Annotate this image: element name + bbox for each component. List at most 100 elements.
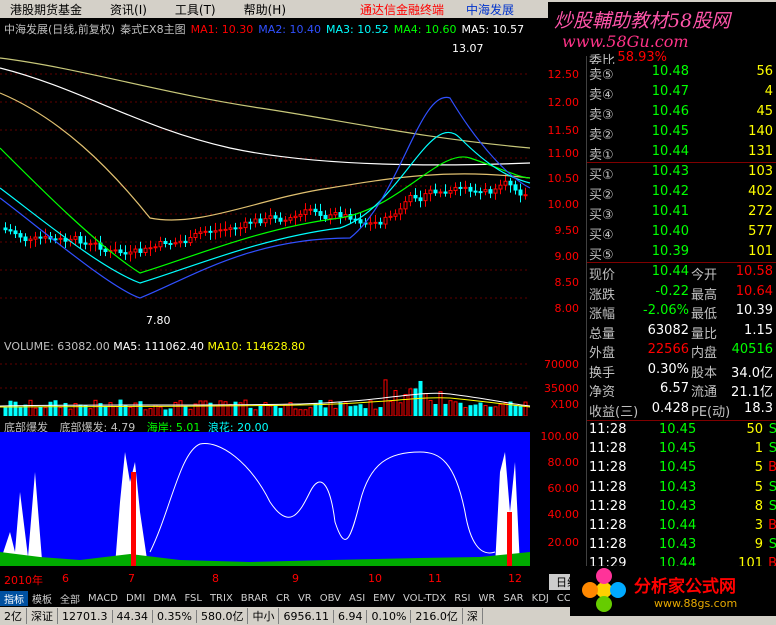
- tab-6[interactable]: FSL: [180, 593, 206, 604]
- candle: [28, 238, 33, 242]
- tick-time: 11:28: [589, 422, 627, 437]
- ytick-1200: 12.00: [547, 96, 580, 109]
- tab-11[interactable]: OBV: [316, 593, 345, 604]
- tick-price: 10.45: [659, 460, 697, 476]
- tab-2[interactable]: 全部: [56, 591, 84, 606]
- tick-row: 11:28 10.45 5 B: [587, 460, 776, 479]
- volume-bar: [173, 401, 178, 416]
- volume-bar: [88, 408, 93, 416]
- candle: [33, 236, 38, 240]
- stat-value-2: 40516: [731, 342, 773, 357]
- tab-18[interactable]: KDJ: [528, 593, 553, 604]
- stat-row: 外盘 22566 内盘 40516: [587, 342, 776, 361]
- tab-3[interactable]: MACD: [84, 593, 122, 604]
- weibi-row: 委比 58.93%: [587, 50, 776, 64]
- volume-bar: [53, 400, 58, 416]
- candle: [458, 186, 463, 189]
- tick-time: 11:28: [589, 441, 627, 457]
- menu-item-help[interactable]: 帮助(H): [244, 1, 286, 18]
- volume-bar: [93, 399, 98, 416]
- volume-bar: [443, 403, 448, 416]
- stat-label: 现价: [589, 268, 616, 283]
- candle: [498, 184, 503, 190]
- volume-bar: [283, 404, 288, 416]
- volume-chart[interactable]: [0, 354, 548, 416]
- ma5-label: MA5: 10.57: [461, 22, 525, 36]
- tick-side: S: [768, 537, 776, 553]
- volume-bar: [138, 401, 143, 416]
- volume-bar: [503, 402, 508, 416]
- tab-8[interactable]: BRAR: [237, 593, 272, 604]
- volume-bar: [368, 400, 373, 416]
- tab-0[interactable]: 指标: [0, 591, 28, 606]
- promo-terminal[interactable]: 通达信金融终端: [360, 1, 444, 18]
- candle: [323, 214, 328, 219]
- stat-label-2: 最低: [691, 307, 718, 322]
- status-item-3: 44.34: [113, 609, 153, 623]
- volume-bar: [333, 407, 338, 416]
- tab-17[interactable]: SAR: [499, 593, 527, 604]
- volume-bar: [203, 400, 208, 416]
- candle: [423, 193, 428, 202]
- status-item-5: 580.0亿: [197, 608, 249, 624]
- date-month-6: 6: [62, 572, 69, 585]
- volume-bar: [468, 405, 473, 416]
- date-year: 2010年: [4, 574, 43, 587]
- menu-item-tools[interactable]: 工具(T): [175, 1, 216, 18]
- tab-14[interactable]: VOL-TDX: [399, 593, 450, 604]
- buys-label: 买③: [589, 208, 614, 223]
- tick-volume: 5: [754, 460, 763, 476]
- status-item-9: 0.10%: [367, 609, 412, 623]
- stat-label: 净资: [589, 385, 616, 400]
- volume-bar: [33, 407, 38, 416]
- volume-bar: [478, 402, 483, 416]
- candle: [273, 215, 278, 219]
- promo-stock[interactable]: 中海发展: [466, 1, 514, 18]
- candle: [478, 191, 483, 194]
- candle: [438, 191, 443, 194]
- tick-time: 11:28: [589, 518, 627, 533]
- tab-1[interactable]: 模板: [28, 591, 56, 606]
- stat-label: 涨跌: [589, 287, 616, 303]
- candle: [488, 189, 493, 194]
- tick-row: 11:28 10.44 3 B: [587, 518, 776, 537]
- candle: [233, 227, 238, 230]
- stock-name: 中海发展(日线,前复权): [4, 23, 116, 36]
- tab-15[interactable]: RSI: [450, 593, 474, 604]
- indicator-chart[interactable]: [0, 432, 548, 566]
- volume-bar: [258, 405, 263, 416]
- tab-10[interactable]: VR: [294, 593, 316, 604]
- tick-time: 11:28: [589, 498, 627, 514]
- stat-value-2: 18.3: [744, 400, 773, 416]
- candle: [358, 219, 363, 224]
- stat-label: 总量: [589, 326, 616, 342]
- candle: [303, 209, 308, 215]
- stat-row: 涨跌 -0.22 最高 10.64: [587, 284, 776, 303]
- stat-value: 63082: [647, 322, 689, 338]
- tab-4[interactable]: DMI: [122, 593, 149, 604]
- tab-13[interactable]: EMV: [369, 593, 399, 604]
- candle: [248, 221, 253, 224]
- stat-row: 总量 63082 量比 1.15: [587, 323, 776, 342]
- menu-item-news[interactable]: 资讯(I): [110, 1, 147, 18]
- tab-5[interactable]: DMA: [149, 593, 180, 604]
- tab-12[interactable]: ASI: [345, 593, 369, 604]
- stat-label-2: 今开: [691, 268, 718, 283]
- tab-9[interactable]: CR: [272, 593, 294, 604]
- candle: [133, 248, 138, 253]
- volume-bar: [233, 401, 238, 416]
- tick-side: S: [768, 422, 776, 437]
- tab-16[interactable]: WR: [474, 593, 499, 604]
- sells-row: 卖④ 10.47 4: [587, 84, 776, 103]
- tick-price: 10.45: [659, 441, 697, 457]
- tab-7[interactable]: TRIX: [206, 593, 237, 604]
- menu-item-funds[interactable]: 港股期货基金: [10, 1, 82, 18]
- candle: [523, 194, 528, 197]
- candlestick-chart[interactable]: 13.07 7.80: [0, 38, 548, 338]
- ytick-1250: 12.50: [547, 68, 580, 81]
- tick-row: 11:28 10.45 1 S: [587, 441, 776, 460]
- volume-bar: [13, 401, 18, 416]
- chart-style: 秦式EX8主图: [120, 23, 186, 36]
- volume-bar: [513, 405, 518, 416]
- sells-row: 卖① 10.44 131: [587, 144, 776, 163]
